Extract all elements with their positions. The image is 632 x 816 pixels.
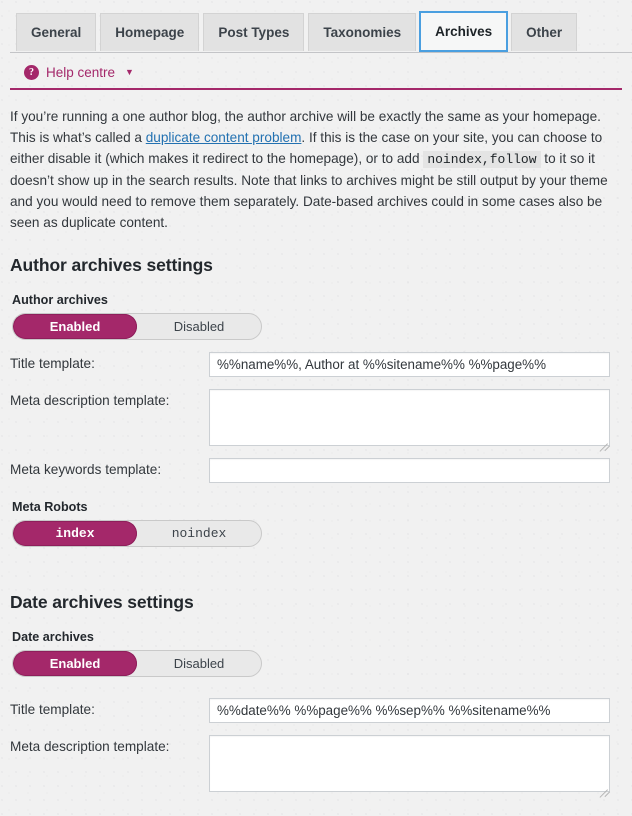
tab-other[interactable]: Other: [511, 13, 578, 51]
accent-divider: [10, 88, 622, 90]
tab-taxonomies[interactable]: Taxonomies: [308, 13, 417, 51]
tab-list: General Homepage Post Types Taxonomies A…: [16, 11, 632, 52]
author-meta-description-row: Meta description template:: [10, 377, 632, 452]
author-meta-robots-toggle[interactable]: index noindex: [12, 520, 262, 547]
date-title-template-input[interactable]: [209, 698, 610, 723]
author-meta-robots-label: Meta Robots: [12, 500, 88, 514]
tab-archives[interactable]: Archives: [419, 11, 509, 52]
author-archives-settings-heading: Author archives settings: [10, 255, 213, 275]
intro-paragraph: If you’re running a one author blog, the…: [10, 106, 618, 233]
author-meta-keywords-row: Meta keywords template:: [10, 446, 632, 483]
date-archives-enable-toggle[interactable]: Enabled Disabled: [12, 650, 262, 677]
tab-post-types[interactable]: Post Types: [203, 13, 305, 51]
date-meta-description-row: Meta description template:: [10, 723, 632, 798]
date-archives-settings-heading: Date archives settings: [10, 592, 194, 612]
date-title-template-label: Title template:: [10, 702, 95, 717]
settings-tab-bar: General Homepage Post Types Taxonomies A…: [0, 0, 632, 53]
chevron-down-icon: ▼: [125, 66, 134, 77]
date-archives-disabled-option[interactable]: Disabled: [137, 651, 261, 676]
author-meta-description-textarea[interactable]: [209, 389, 610, 446]
author-title-template-label: Title template:: [10, 356, 95, 371]
noindex-follow-code: noindex,follow: [423, 151, 541, 168]
author-meta-robots-noindex-option[interactable]: noindex: [137, 521, 261, 546]
tab-bar-underline: [10, 52, 632, 53]
tab-general[interactable]: General: [16, 13, 97, 51]
author-archives-disabled-option[interactable]: Disabled: [137, 314, 261, 339]
author-title-template-input[interactable]: [209, 352, 610, 377]
question-mark-circle-icon: ?: [24, 64, 39, 80]
date-archives-label: Date archives: [12, 630, 94, 644]
date-meta-description-textarea[interactable]: [209, 735, 610, 792]
author-title-template-row: Title template:: [10, 340, 632, 377]
date-archives-enabled-option[interactable]: Enabled: [13, 651, 137, 676]
tab-homepage[interactable]: Homepage: [100, 13, 200, 51]
help-centre-toggle[interactable]: ? Help centre ▼: [0, 53, 632, 83]
author-meta-keywords-input[interactable]: [209, 458, 610, 483]
help-centre-label: Help centre: [46, 64, 116, 80]
author-archives-enabled-option[interactable]: Enabled: [13, 314, 137, 339]
duplicate-content-problem-link[interactable]: duplicate content problem: [146, 130, 302, 145]
author-meta-keywords-label: Meta keywords template:: [10, 462, 162, 477]
date-title-template-row: Title template:: [10, 677, 632, 723]
author-archives-enable-toggle[interactable]: Enabled Disabled: [12, 313, 262, 340]
author-archives-label: Author archives: [12, 293, 108, 307]
author-meta-description-label: Meta description template:: [10, 393, 170, 408]
date-meta-description-label: Meta description template:: [10, 739, 170, 754]
author-meta-robots-index-option[interactable]: index: [13, 521, 137, 546]
